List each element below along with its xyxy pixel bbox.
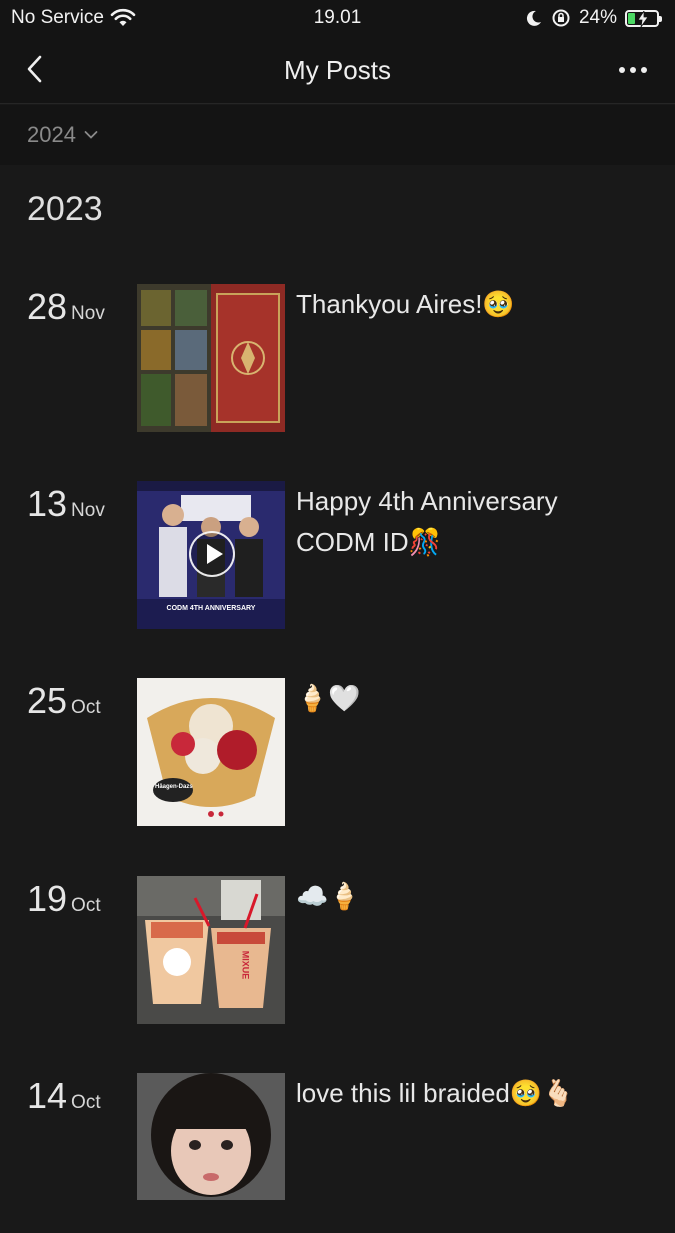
post-date: 14 Oct [27, 1075, 101, 1117]
battery-icon [625, 9, 662, 27]
thumbnail-caption: CODM 4TH ANNIVERSARY [166, 605, 256, 612]
post-thumbnail[interactable] [137, 1073, 285, 1200]
section-year-heading: 2023 [27, 190, 103, 228]
post-day: 19 [27, 878, 68, 919]
moon-icon [526, 10, 541, 26]
ice-cream-photo [137, 678, 285, 826]
status-right: 24% [525, 7, 662, 29]
post-caption: 🍦🤍 [296, 683, 361, 713]
thumbnail-caption: MIXUE [240, 950, 251, 980]
more-dots-icon [619, 67, 625, 73]
charging-bolt-icon [637, 10, 649, 27]
post-item[interactable]: 13 Nov CODM 4TH ANNIVERSARY Happy 4th An… [0, 481, 675, 641]
navigation-bar: My Posts [0, 36, 675, 104]
post-month: Oct [71, 1092, 101, 1113]
post-date: 25 Oct [27, 680, 101, 722]
battery-fill [628, 12, 635, 24]
post-day: 14 [27, 1075, 68, 1116]
post-caption: love this lil braided🥹🫰🏻 [296, 1078, 575, 1108]
year-dropdown-value: 2024 [27, 122, 76, 147]
post-thumbnail[interactable] [137, 284, 285, 432]
battery-percent: 24% [578, 7, 617, 28]
selfie-photo [137, 1073, 285, 1200]
post-item[interactable]: 14 Oct love this lil braided🥹🫰🏻 [0, 1073, 675, 1233]
post-item[interactable]: 28 Nov Thankyou Aires!🥹 [0, 284, 675, 444]
post-date: 13 Nov [27, 483, 105, 525]
more-dot [641, 67, 647, 73]
post-month: Oct [71, 895, 101, 916]
year-filter-bar: 2024 [0, 105, 675, 165]
post-item[interactable]: 25 Oct Häagen-Dazs 🍦🤍 [0, 678, 675, 838]
post-day: 13 [27, 483, 68, 524]
post-item[interactable]: 19 Oct MIXUE ☁️🍦 [0, 876, 675, 1036]
post-caption: ☁️🍦 [296, 881, 361, 911]
rotation-lock-icon [552, 9, 570, 27]
more-options-button[interactable] [613, 56, 653, 84]
post-caption: Happy 4th Anniversary CODM ID🎊 [296, 486, 558, 557]
post-date: 28 Nov [27, 286, 105, 328]
more-dot [630, 67, 636, 73]
drinks-photo [137, 876, 285, 1024]
post-month: Oct [71, 697, 101, 718]
post-date: 19 Oct [27, 878, 101, 920]
play-icon [189, 531, 235, 577]
video-thumbnail[interactable]: CODM 4TH ANNIVERSARY [137, 481, 285, 629]
snack-box-photo [137, 284, 285, 432]
post-day: 28 [27, 286, 68, 327]
post-month: Nov [71, 500, 105, 521]
chevron-down-icon [84, 131, 98, 139]
post-thumbnail[interactable]: Häagen-Dazs [137, 678, 285, 826]
post-thumbnail[interactable]: MIXUE [137, 876, 285, 1024]
post-day: 25 [27, 680, 68, 721]
page-title: My Posts [284, 55, 391, 85]
status-bar: No Service 19.01 24% [0, 0, 675, 36]
thumbnail-caption: Häagen-Dazs [155, 784, 193, 790]
post-caption: Thankyou Aires!🥹 [296, 289, 515, 319]
post-month: Nov [71, 303, 105, 324]
year-dropdown[interactable]: 2024 [27, 122, 98, 148]
